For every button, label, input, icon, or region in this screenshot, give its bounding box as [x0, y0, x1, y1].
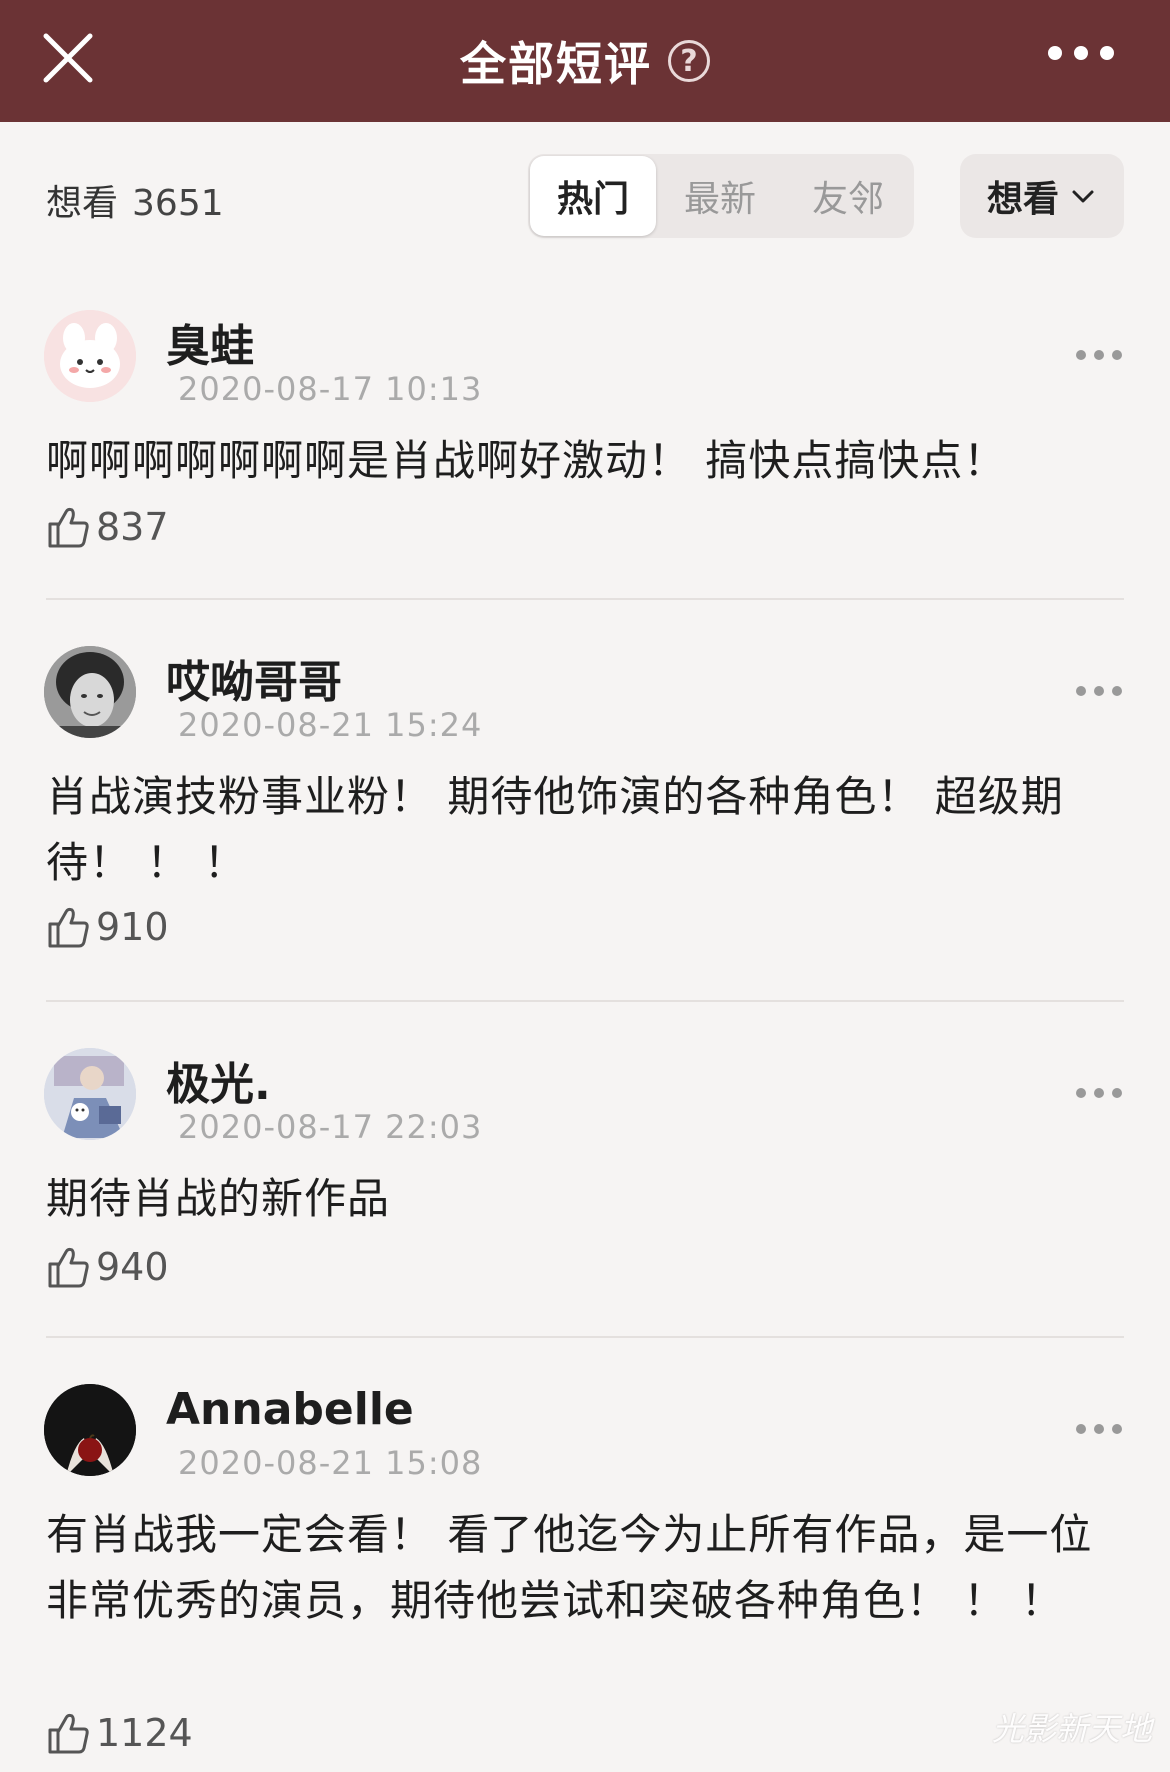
timestamp: 2020-08-21 15:24	[178, 706, 483, 744]
comment-text: 肖战演技粉事业粉！ 期待他饰演的各种角色！ 超级期待！ ！ ！	[46, 772, 1064, 887]
thumbs-up-icon	[48, 507, 89, 548]
avatar[interactable]	[44, 646, 136, 738]
comment-more-icon[interactable]	[1076, 1424, 1122, 1434]
comment-more-icon[interactable]	[1076, 350, 1122, 360]
timestamp: 2020-08-17 10:13	[178, 370, 483, 408]
page: 全部短评 ? 想看 3651 热门 最新 友邻 想看 臭蛙 2020-08-17…	[0, 0, 1170, 1772]
tab-hot[interactable]: 热门	[530, 156, 656, 236]
filter-bar: 想看 3651 热门 最新 友邻 想看	[0, 152, 1170, 240]
watermark: 光影新天地	[991, 1710, 1152, 1748]
comment-text: 啊啊啊啊啊啊啊是肖战啊好激动！ 搞快点搞快点！	[46, 436, 1007, 485]
timestamp: 2020-08-21 15:08	[178, 1444, 483, 1482]
comment-item: 臭蛙 2020-08-17 10:13 啊啊啊啊啊啊啊是肖战啊好激动！ 搞快点搞…	[0, 306, 1170, 596]
avatar[interactable]	[44, 310, 136, 402]
thumbs-up-icon	[48, 907, 89, 948]
comment-more-icon[interactable]	[1076, 1088, 1122, 1098]
comment-item: 极光. 2020-08-17 22:03 期待肖战的新作品 940	[0, 1044, 1170, 1314]
like-count: 940	[96, 1245, 169, 1289]
avatar[interactable]	[44, 1384, 136, 1476]
thumbs-up-icon	[48, 1247, 89, 1288]
username[interactable]: 臭蛙	[166, 310, 254, 374]
comment-item: 哎呦哥哥 2020-08-21 15:24 肖战演技粉事业粉！ 期待他饰演的各种…	[0, 642, 1170, 972]
sort-tabs: 热门 最新 友邻	[528, 154, 914, 238]
comment-text: 期待肖战的新作品	[46, 1174, 391, 1223]
page-title: 全部短评	[460, 37, 652, 91]
like-button[interactable]: 910	[46, 904, 169, 950]
want-label: 想看	[46, 183, 119, 224]
want-count: 想看 3651	[46, 174, 224, 226]
like-count: 837	[96, 505, 169, 549]
chevron-down-icon	[1072, 190, 1094, 203]
username[interactable]: 极光.	[166, 1048, 271, 1112]
username[interactable]: Annabelle	[166, 1384, 414, 1435]
divider	[46, 598, 1124, 600]
like-count: 910	[96, 905, 169, 949]
thumbs-up-icon	[48, 1713, 89, 1754]
like-button[interactable]: 940	[46, 1244, 169, 1290]
want-number: 3651	[132, 183, 224, 224]
help-icon[interactable]: ?	[668, 40, 710, 82]
like-count: 1124	[96, 1711, 193, 1755]
close-icon[interactable]	[40, 30, 96, 86]
avatar[interactable]	[44, 1048, 136, 1140]
comment-more-icon[interactable]	[1076, 686, 1122, 696]
divider	[46, 1000, 1124, 1002]
comment-text: 有肖战我一定会看！ 看了他迄今为止所有作品，是一位非常优秀的演员，期待他尝试和突…	[46, 1510, 1093, 1625]
more-horizontal-icon[interactable]	[1048, 46, 1114, 60]
title-group: 全部短评 ?	[460, 28, 710, 94]
like-button[interactable]: 837	[46, 504, 169, 550]
username[interactable]: 哎呦哥哥	[166, 646, 342, 710]
like-button[interactable]: 1124	[46, 1710, 193, 1756]
tab-friends[interactable]: 友邻	[784, 156, 912, 236]
divider	[46, 1336, 1124, 1338]
want-dropdown-label: 想看	[986, 179, 1059, 220]
tab-latest[interactable]: 最新	[656, 156, 784, 236]
want-dropdown[interactable]: 想看	[960, 154, 1124, 238]
timestamp: 2020-08-17 22:03	[178, 1108, 483, 1146]
top-bar: 全部短评 ?	[0, 0, 1170, 122]
